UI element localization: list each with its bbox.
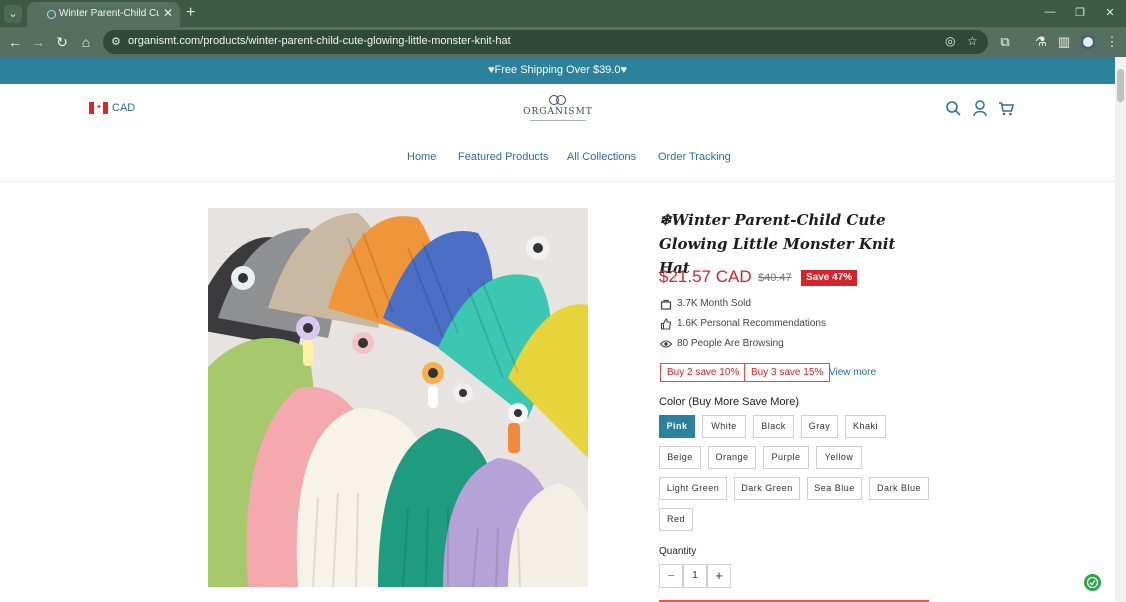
quantity-input[interactable]: 1 [683,564,707,588]
promo-buy-3[interactable]: Buy 3 save 15% [744,363,831,382]
promo-buy-2[interactable]: Buy 2 save 10% [660,363,747,382]
color-option-light-green[interactable]: Light Green [659,477,727,500]
color-option-yellow[interactable]: Yellow [816,446,862,469]
browser-toolbar: ← → ↻ ⌂ ⚙ organismt.com/products/winter-… [0,27,1126,57]
quantity-label: Quantity [659,546,697,557]
color-option-white[interactable]: White [702,415,746,438]
window-close-icon[interactable]: ✕ [1101,6,1119,19]
view-more-link[interactable]: View more [829,367,876,378]
menu-kebab-icon[interactable]: ⋮ [1104,34,1120,50]
help-chat-icon[interactable] [1084,574,1101,591]
header-divider [0,181,1115,182]
bag-icon [660,299,672,310]
search-icon[interactable] [945,99,961,117]
color-option-orange[interactable]: Orange [708,446,756,469]
canada-flag-icon: ✦ [89,102,108,114]
color-option-red[interactable]: Red [659,508,693,531]
browser-tab-strip: ⌄ Winter Parent-Child Cute Gl ✕ + — ❐ ✕ [0,0,1126,27]
color-option-beige[interactable]: Beige [659,446,701,469]
save-badge: Save 47% [801,270,858,286]
tab-favicon-icon [47,10,56,19]
thumbs-up-icon [660,318,672,330]
color-option-dark-blue[interactable]: Dark Blue [869,477,929,500]
eye-off-icon[interactable]: ◎ [945,34,955,48]
announcement-bar: ♥Free Shipping Over $39.0♥ [0,57,1115,84]
bookmark-star-icon[interactable]: ☆ [967,34,978,48]
new-tab-button[interactable]: + [186,4,195,22]
quantity-decrease-button[interactable]: − [659,564,683,588]
minimize-icon[interactable]: — [1041,6,1059,18]
restore-icon[interactable]: ❐ [1071,6,1089,19]
logo-text: ORGANISMT [523,107,593,117]
tab-search-menu-icon[interactable]: ⌄ [4,5,22,23]
side-panel-icon[interactable]: ▥ [1056,34,1072,50]
site-info-icon[interactable]: ⚙ [111,35,121,48]
color-label: Color (Buy More Save More) [659,396,799,408]
product-image[interactable] [208,208,588,587]
store-logo[interactable]: ORGANISMT [522,95,594,125]
forward-icon[interactable]: → [30,34,46,50]
home-icon[interactable]: ⌂ [78,34,94,50]
knit-hats-illustration [208,208,588,587]
nav-link-order-tracking[interactable]: Order Tracking [658,151,731,163]
color-option-dark-green[interactable]: Dark Green [734,477,800,500]
profile-avatar-icon[interactable] [1081,35,1095,49]
color-option-black[interactable]: Black [753,415,794,438]
reload-icon[interactable]: ↻ [54,34,70,50]
account-icon[interactable] [972,99,988,117]
compare-at-price: $40.47 [758,272,792,284]
tab-title: Winter Parent-Child Cute Gl [59,8,159,19]
nav-link-all-collections[interactable]: All Collections [567,151,636,163]
browser-tab[interactable]: Winter Parent-Child Cute Gl ✕ [27,2,180,27]
cart-icon[interactable] [998,99,1014,117]
scrollbar-thumb[interactable] [1117,69,1124,102]
color-option-pink[interactable]: Pink [659,415,695,438]
address-bar[interactable]: ⚙ organismt.com/products/winter-parent-c… [103,30,988,54]
color-option-purple[interactable]: Purple [763,446,809,469]
quantity-increase-button[interactable]: + [707,564,731,588]
url-text[interactable]: organismt.com/products/winter-parent-chi… [128,35,511,47]
extensions-icon[interactable]: ⧉ [997,34,1013,50]
nav-link-featured-products[interactable]: Featured Products [458,151,549,163]
eye-icon [660,340,672,348]
color-option-khaki[interactable]: Khaki [845,415,886,438]
color-option-gray[interactable]: Gray [801,415,838,438]
nav-link-home[interactable]: Home [407,151,436,163]
page-scrollbar[interactable] [1115,57,1126,602]
labs-icon[interactable]: ⚗ [1033,34,1049,50]
currency-label: CAD [112,102,136,114]
back-icon[interactable]: ← [7,34,23,50]
product-price: $21.57 CAD [659,267,752,286]
color-option-sea-blue[interactable]: Sea Blue [807,477,862,500]
tab-close-icon[interactable]: ✕ [163,6,173,20]
logo-rings-icon [549,95,567,105]
